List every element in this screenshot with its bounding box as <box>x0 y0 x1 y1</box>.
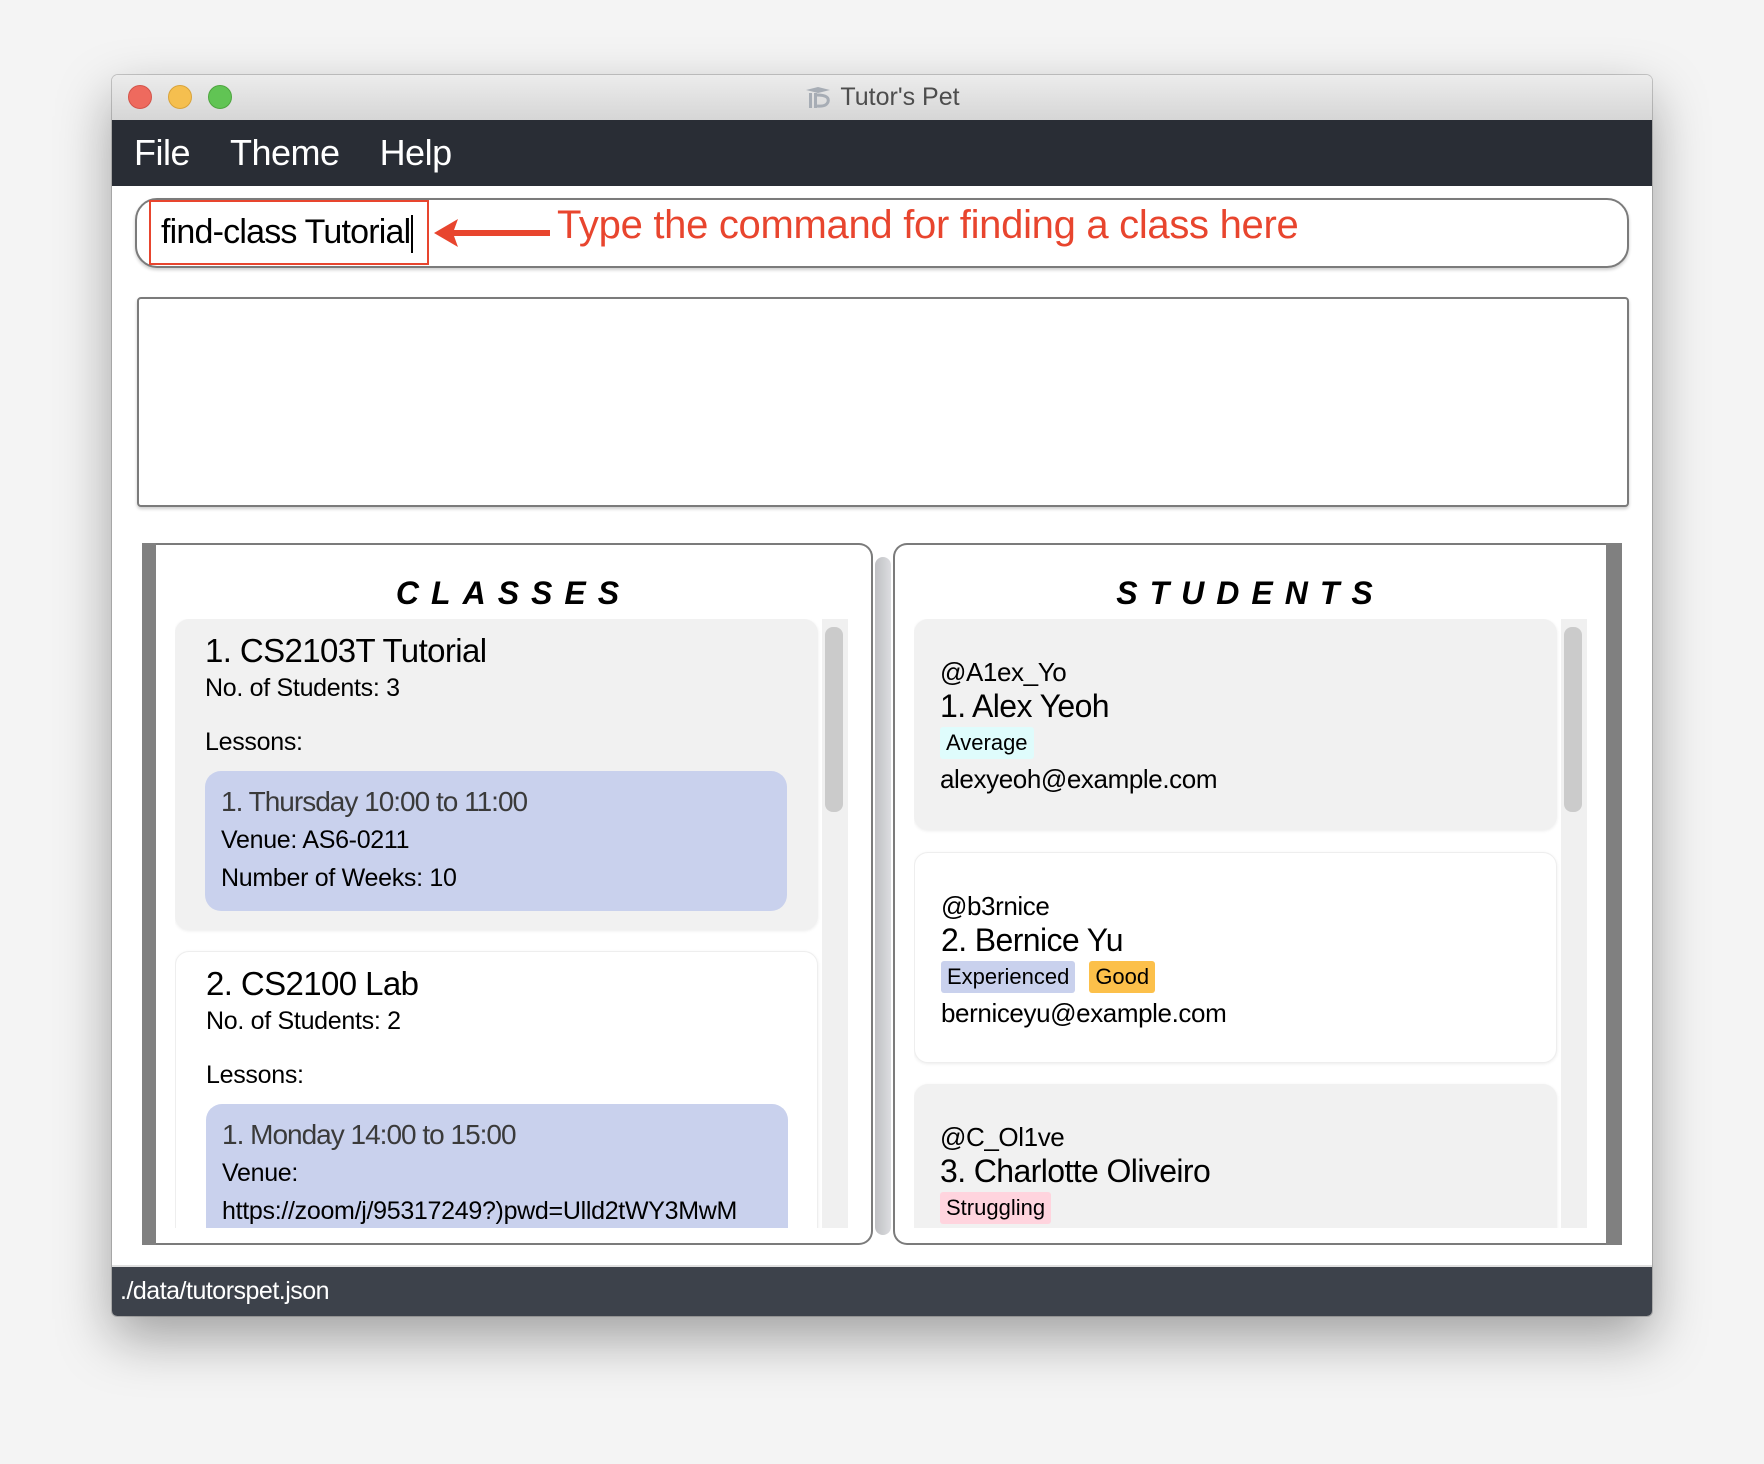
student-name: 1. Alex Yeoh <box>940 688 1110 724</box>
class-student-count: No. of Students: 3 <box>205 674 400 702</box>
student-tags: Average <box>940 727 1557 759</box>
class-list[interactable]: 1. CS2103T Tutorial No. of Students: 3 L… <box>175 619 848 1228</box>
lesson-card: 1. Thursday 10:00 to 11:00 Venue: AS6-02… <box>205 771 787 911</box>
tag-experienced: Experienced <box>941 961 1076 993</box>
class-name: 2. CS2100 Lab <box>206 965 419 1002</box>
data-file-path: ./data/tutorspet.json <box>120 1277 330 1305</box>
menu-theme[interactable]: Theme <box>230 132 340 174</box>
class-list-scroll-thumb[interactable] <box>825 627 843 812</box>
student-list-scroll-thumb[interactable] <box>1564 627 1582 812</box>
student-tags: Struggling <box>940 1192 1557 1224</box>
class-student-count: No. of Students: 2 <box>206 1007 401 1035</box>
lesson-weeks: Number of Weeks: 10 <box>221 864 457 892</box>
student-card[interactable]: @C_Ol1ve 3. Charlotte Oliveiro Strugglin… <box>914 1084 1557 1228</box>
lessons-label: Lessons: <box>205 728 303 756</box>
result-display <box>137 297 1629 507</box>
class-list-scrollbar[interactable] <box>822 619 848 1228</box>
menu-help[interactable]: Help <box>380 132 453 174</box>
annotation-arrow-icon <box>434 219 550 247</box>
lesson-card: 1. Monday 14:00 to 15:00 Venue: https://… <box>206 1104 788 1228</box>
classes-panel-title: CLASSES <box>395 575 632 611</box>
class-name: 1. CS2103T Tutorial <box>205 632 487 669</box>
student-handle: @b3rnice <box>941 891 1050 921</box>
student-email: berniceyu@example.com <box>941 998 1227 1028</box>
lesson-venue: Venue: AS6-0211 <box>221 826 410 854</box>
menu-bar: File Theme Help <box>112 120 1652 186</box>
classes-panel-edge <box>142 543 157 1245</box>
tag-struggling: Struggling <box>940 1192 1052 1224</box>
student-name: 2. Bernice Yu <box>941 922 1124 958</box>
menu-file[interactable]: File <box>134 132 191 174</box>
class-card[interactable]: 2. CS2100 Lab No. of Students: 2 Lessons… <box>175 951 818 1228</box>
command-input-value: find-class Tutorial <box>161 213 411 251</box>
lesson-venue: Venue: <box>222 1159 299 1187</box>
student-tags: Experienced Good <box>941 961 1556 993</box>
window-title-text: Tutor's Pet <box>840 83 960 111</box>
student-name: 3. Charlotte Oliveiro <box>940 1153 1211 1189</box>
app-window: Tutor's Pet File Theme Help find-class T… <box>112 75 1652 1316</box>
classes-panel: CLASSES 1. CS2103T Tutorial No. of Stude… <box>156 543 873 1245</box>
command-input[interactable]: find-class Tutorial <box>149 200 429 265</box>
tag-average: Average <box>940 727 1034 759</box>
lesson-venue-url: https://zoom/j/95317249?)pwd=Ulld2tWY3Mw… <box>222 1197 738 1225</box>
student-email: alexyeoh@example.com <box>940 764 1218 794</box>
text-caret <box>411 215 414 254</box>
student-handle: @C_Ol1ve <box>940 1122 1065 1152</box>
student-list[interactable]: @A1ex_Yo 1. Alex Yeoh Average alexyeoh@e… <box>914 619 1587 1228</box>
lessons-label: Lessons: <box>206 1061 304 1089</box>
split-pane-divider[interactable] <box>875 557 891 1235</box>
students-panel: STUDENTS @A1ex_Yo 1. Alex Yeoh Average a… <box>893 543 1606 1245</box>
tag-good: Good <box>1089 961 1156 993</box>
status-bar: ./data/tutorspet.json <box>112 1265 1652 1316</box>
student-card[interactable]: @b3rnice 2. Bernice Yu Experienced Good … <box>914 852 1557 1063</box>
window-title: Tutor's Pet <box>112 75 1652 120</box>
students-panel-title: STUDENTS <box>1116 575 1385 611</box>
title-bar: Tutor's Pet <box>112 75 1652 121</box>
student-card[interactable]: @A1ex_Yo 1. Alex Yeoh Average alexyeoh@e… <box>914 619 1557 830</box>
student-handle: @A1ex_Yo <box>940 657 1067 687</box>
students-panel-edge <box>1606 543 1622 1245</box>
lesson-time: 1. Monday 14:00 to 15:00 <box>222 1119 517 1150</box>
app-logo-icon <box>806 86 831 108</box>
annotation-text: Type the command for finding a class her… <box>557 203 1299 247</box>
class-card[interactable]: 1. CS2103T Tutorial No. of Students: 3 L… <box>175 619 818 930</box>
lesson-time: 1. Thursday 10:00 to 11:00 <box>221 786 528 817</box>
student-list-scrollbar[interactable] <box>1561 619 1587 1228</box>
